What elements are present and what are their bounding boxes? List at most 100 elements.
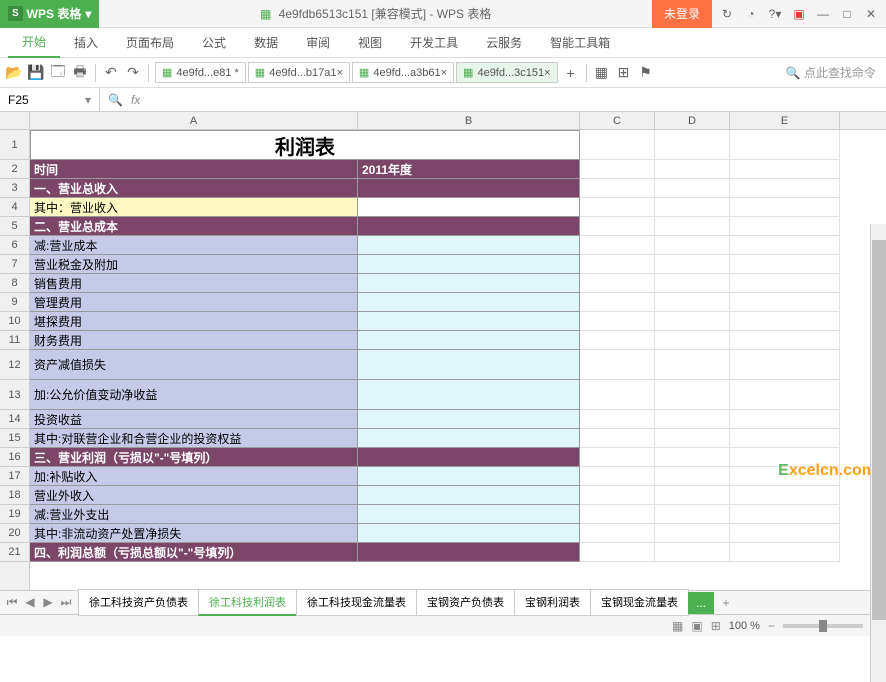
cell[interactable]: 其中:对联营企业和合营企业的投资权益: [30, 429, 358, 448]
row-header[interactable]: 7: [0, 255, 29, 274]
cell[interactable]: [730, 160, 840, 179]
cell[interactable]: [580, 410, 655, 429]
cell[interactable]: 投资收益: [30, 410, 358, 429]
cell[interactable]: [730, 130, 840, 160]
cell[interactable]: [655, 429, 730, 448]
cell[interactable]: [655, 331, 730, 350]
cell[interactable]: [580, 255, 655, 274]
cell[interactable]: [730, 198, 840, 217]
cell[interactable]: [730, 543, 840, 562]
maximize-button[interactable]: □: [836, 3, 858, 25]
cell[interactable]: [580, 217, 655, 236]
cell[interactable]: [358, 198, 580, 217]
menu-item[interactable]: 审阅: [292, 28, 344, 57]
view-normal-icon[interactable]: ▦: [672, 619, 683, 633]
undo-icon[interactable]: ↶: [101, 63, 121, 83]
cell[interactable]: [730, 217, 840, 236]
cell[interactable]: [580, 331, 655, 350]
cell[interactable]: [358, 467, 580, 486]
cell[interactable]: 营业税金及附加: [30, 255, 358, 274]
cell[interactable]: 2011年度: [358, 160, 580, 179]
sheet-tab[interactable]: 宝钢资产负债表: [416, 589, 515, 616]
cell[interactable]: [358, 217, 580, 236]
menu-item[interactable]: 开发工具: [396, 28, 472, 57]
cell[interactable]: [655, 217, 730, 236]
cell[interactable]: [655, 236, 730, 255]
sheet-tab[interactable]: 徐工科技资产负债表: [78, 589, 199, 616]
cell[interactable]: [655, 130, 730, 160]
cell[interactable]: 加:公允价值变动净收益: [30, 380, 358, 410]
cell[interactable]: 堪探费用: [30, 312, 358, 331]
cell[interactable]: [580, 198, 655, 217]
cell[interactable]: [580, 380, 655, 410]
cell[interactable]: [358, 380, 580, 410]
cell[interactable]: [730, 274, 840, 293]
row-header[interactable]: 2: [0, 160, 29, 179]
cell[interactable]: [730, 429, 840, 448]
cell[interactable]: [358, 429, 580, 448]
view-page-icon[interactable]: ▣: [691, 619, 702, 633]
cell[interactable]: [730, 312, 840, 331]
cell[interactable]: [730, 255, 840, 274]
cell[interactable]: [358, 274, 580, 293]
cell[interactable]: 利润表: [30, 130, 580, 160]
cell[interactable]: 时间: [30, 160, 358, 179]
cell[interactable]: [358, 293, 580, 312]
row-header[interactable]: 4: [0, 198, 29, 217]
menu-item[interactable]: 公式: [188, 28, 240, 57]
row-header[interactable]: 17: [0, 467, 29, 486]
cell[interactable]: [655, 198, 730, 217]
cell[interactable]: 营业外收入: [30, 486, 358, 505]
sheet-next-icon[interactable]: ▶: [40, 595, 56, 610]
search-box[interactable]: 🔍 点此查找命令: [780, 64, 882, 81]
row-header[interactable]: 8: [0, 274, 29, 293]
menu-item[interactable]: 页面布局: [112, 28, 188, 57]
row-header[interactable]: 16: [0, 448, 29, 467]
sheet-tab[interactable]: 徐工科技利润表: [198, 589, 297, 616]
skin-icon[interactable]: ▣: [788, 3, 810, 25]
settings-icon[interactable]: ◔: [740, 3, 762, 25]
cell[interactable]: [730, 486, 840, 505]
print-preview-icon[interactable]: 🗔: [48, 63, 68, 83]
row-header[interactable]: 21: [0, 543, 29, 562]
cell[interactable]: [358, 486, 580, 505]
cell[interactable]: 一、营业总收入: [30, 179, 358, 198]
row-header[interactable]: 13: [0, 380, 29, 410]
file-tab[interactable]: ▦4e9fd...a3b61×: [352, 62, 454, 83]
cell[interactable]: 管理费用: [30, 293, 358, 312]
cell[interactable]: [358, 505, 580, 524]
cell[interactable]: [730, 524, 840, 543]
vertical-scrollbar[interactable]: [870, 224, 886, 682]
cell[interactable]: [655, 486, 730, 505]
cell[interactable]: [580, 429, 655, 448]
login-button[interactable]: 未登录: [652, 0, 712, 28]
add-tab-icon[interactable]: +: [561, 63, 581, 83]
row-header[interactable]: 15: [0, 429, 29, 448]
row-header[interactable]: 3: [0, 179, 29, 198]
view-break-icon[interactable]: ⊞: [711, 619, 721, 633]
cell-reference-input[interactable]: F25 ▾: [0, 88, 100, 111]
cell[interactable]: [730, 331, 840, 350]
cell[interactable]: [655, 543, 730, 562]
flag-icon[interactable]: ⚑: [636, 63, 656, 83]
cell[interactable]: 其中：营业收入: [30, 198, 358, 217]
cell[interactable]: [580, 312, 655, 331]
cell[interactable]: [580, 293, 655, 312]
cell[interactable]: [655, 312, 730, 331]
cell[interactable]: [358, 410, 580, 429]
cell[interactable]: [358, 350, 580, 380]
column-header[interactable]: B: [358, 112, 580, 129]
row-header[interactable]: 14: [0, 410, 29, 429]
select-all-corner[interactable]: [0, 112, 30, 130]
print-icon[interactable]: 🖶: [70, 63, 90, 83]
cell[interactable]: 其中:非流动资产处置净损失: [30, 524, 358, 543]
cell[interactable]: [580, 543, 655, 562]
cell[interactable]: [358, 448, 580, 467]
cell[interactable]: [580, 274, 655, 293]
cell[interactable]: [655, 255, 730, 274]
sheet-tab[interactable]: 宝钢利润表: [514, 589, 591, 616]
cell[interactable]: [358, 179, 580, 198]
sheet-tab[interactable]: 徐工科技现金流量表: [296, 589, 417, 616]
cell[interactable]: [655, 505, 730, 524]
cell[interactable]: [580, 179, 655, 198]
